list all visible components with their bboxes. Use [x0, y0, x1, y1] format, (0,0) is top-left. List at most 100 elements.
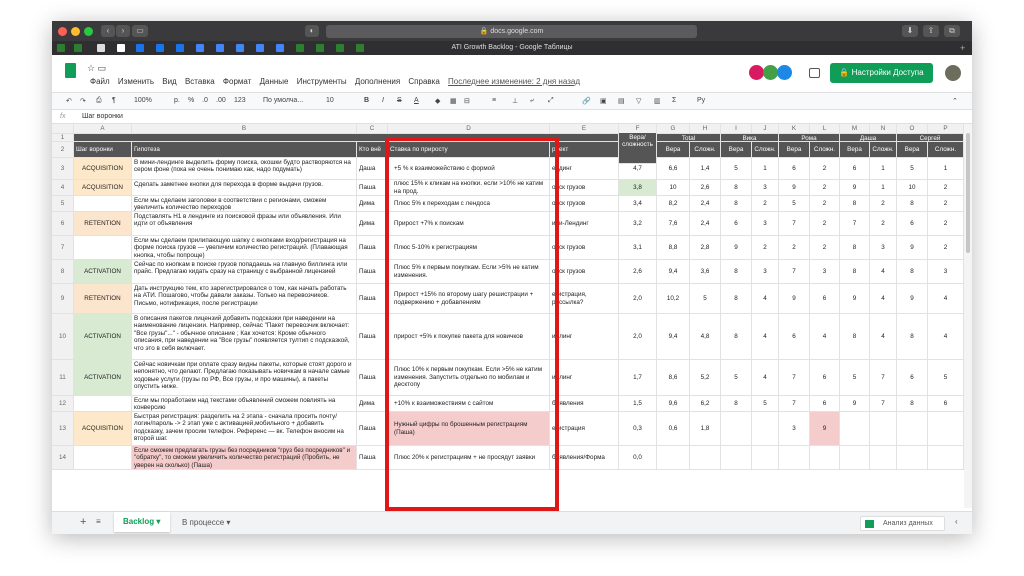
- cell-score[interactable]: 9: [840, 284, 870, 314]
- cell-score[interactable]: 2: [810, 236, 840, 260]
- header-sub[interactable]: Вера: [657, 142, 690, 158]
- cell-stage[interactable]: RETENTION: [74, 212, 132, 236]
- cell-score[interactable]: 6: [897, 360, 928, 396]
- cell-score[interactable]: 3: [752, 212, 779, 236]
- cell-project[interactable]: бъявления: [550, 396, 619, 412]
- zoom-window-button[interactable]: [84, 27, 93, 36]
- cell-hypothesis[interactable]: В мини-лендинге выделить форму поиска, о…: [132, 158, 357, 180]
- sheets-logo[interactable]: [65, 63, 76, 78]
- comment-icon[interactable]: [809, 68, 820, 78]
- cell-faith-complexity[interactable]: 3,4: [619, 196, 657, 212]
- column-header-l[interactable]: L: [810, 124, 840, 134]
- row-number[interactable]: 11: [52, 360, 74, 396]
- cell-score[interactable]: 9: [840, 396, 870, 412]
- cell-score[interactable]: 7: [779, 360, 810, 396]
- cell-score[interactable]: 3: [928, 260, 964, 284]
- back-icon[interactable]: ‹: [101, 25, 115, 37]
- cell-score[interactable]: 7: [870, 360, 897, 396]
- cell-score[interactable]: 3,6: [690, 260, 721, 284]
- cell-project[interactable]: бъявления/Форма: [550, 446, 619, 470]
- header-sub[interactable]: Вера: [897, 142, 928, 158]
- cell-score[interactable]: [690, 446, 721, 470]
- cell-score[interactable]: 2: [928, 236, 964, 260]
- cell-score[interactable]: 8: [721, 314, 752, 360]
- user-avatar[interactable]: [945, 65, 961, 81]
- cell-stage[interactable]: RETENTION: [74, 284, 132, 314]
- borders-icon[interactable]: ▦: [450, 97, 457, 105]
- cell-score[interactable]: 5: [752, 396, 779, 412]
- italic-button[interactable]: I: [382, 97, 384, 104]
- cell-score[interactable]: 7: [840, 212, 870, 236]
- cell-stage[interactable]: ACQUISITION: [74, 158, 132, 180]
- cell-score[interactable]: 1: [870, 158, 897, 180]
- cell-stage[interactable]: ACQUISITION: [74, 412, 132, 446]
- cell-score[interactable]: 6: [840, 158, 870, 180]
- font-size-select[interactable]: 10: [326, 97, 334, 104]
- cell-score[interactable]: 2: [928, 180, 964, 196]
- cell-project[interactable]: оиск грузов: [550, 196, 619, 212]
- menu-addons[interactable]: Дополнения: [355, 77, 400, 86]
- cell-score[interactable]: 2: [752, 196, 779, 212]
- cell-score[interactable]: 6,6: [657, 158, 690, 180]
- cell-who[interactable]: Паша: [357, 180, 388, 196]
- group-roma[interactable]: Рома: [779, 134, 840, 142]
- header-sub[interactable]: Вера: [779, 142, 810, 158]
- cell-stage[interactable]: ACTIVATION: [74, 360, 132, 396]
- cell-faith-complexity[interactable]: 0,0: [619, 446, 657, 470]
- cell-faith-complexity[interactable]: 2,0: [619, 314, 657, 360]
- cell-project[interactable]: оиск грузов: [550, 180, 619, 196]
- cell-score[interactable]: [840, 446, 870, 470]
- cell-who[interactable]: Паша: [357, 412, 388, 446]
- avatar[interactable]: [749, 65, 764, 80]
- share-icon[interactable]: ⇪: [923, 25, 939, 37]
- cell-score[interactable]: 4: [870, 314, 897, 360]
- column-header-b[interactable]: B: [132, 124, 357, 134]
- avatar[interactable]: [777, 65, 792, 80]
- cell-hypothesis[interactable]: Сейчас по кнопкам в поиске грузов попада…: [132, 260, 357, 284]
- cell-faith-complexity[interactable]: 3,2: [619, 212, 657, 236]
- cell-score[interactable]: 8,2: [657, 196, 690, 212]
- cell-faith-complexity[interactable]: 4,7: [619, 158, 657, 180]
- header-sub[interactable]: Сложн.: [870, 142, 897, 158]
- cell-who[interactable]: Дима: [357, 196, 388, 212]
- add-sheet-icon[interactable]: +: [80, 516, 86, 528]
- cell-score[interactable]: 4: [752, 284, 779, 314]
- cell-faith-complexity[interactable]: 3,1: [619, 236, 657, 260]
- cell-score[interactable]: 8: [721, 396, 752, 412]
- cell-score[interactable]: [721, 412, 752, 446]
- row-number[interactable]: 6: [52, 212, 74, 236]
- cell-score[interactable]: [897, 446, 928, 470]
- cell-score[interactable]: 9,6: [657, 396, 690, 412]
- column-header-e[interactable]: E: [550, 124, 619, 134]
- tabs-icon[interactable]: ⧉: [944, 25, 960, 37]
- cell-faith-complexity[interactable]: 2,6: [619, 260, 657, 284]
- cell-who[interactable]: Паша: [357, 446, 388, 470]
- cell-stage[interactable]: ACQUISITION: [74, 180, 132, 196]
- group-total[interactable]: Total: [657, 134, 721, 142]
- cell-score[interactable]: 2: [810, 196, 840, 212]
- cell-score[interactable]: 6: [897, 212, 928, 236]
- cell-score[interactable]: [928, 412, 964, 446]
- cell-stage[interactable]: ACTIVATION: [74, 314, 132, 360]
- cell-score[interactable]: 6,2: [690, 396, 721, 412]
- cell-score[interactable]: 2: [810, 212, 840, 236]
- cell-score[interactable]: 0,6: [657, 412, 690, 446]
- column-header-m[interactable]: M: [840, 124, 870, 134]
- cell-score[interactable]: 8,6: [657, 360, 690, 396]
- cell-score[interactable]: 7: [779, 396, 810, 412]
- column-header-p[interactable]: P: [928, 124, 964, 134]
- cell-score[interactable]: 3: [870, 236, 897, 260]
- cell-who[interactable]: Паша: [357, 314, 388, 360]
- cell-score[interactable]: 5: [721, 158, 752, 180]
- sheet-list-icon[interactable]: ≡: [96, 517, 101, 526]
- cell-hypothesis[interactable]: Подставлять H1 в лендинге из поисковой ф…: [132, 212, 357, 236]
- cell-score[interactable]: 9: [779, 180, 810, 196]
- cell-hypothesis[interactable]: Если мы сделаем прилипающую шапку с кноп…: [132, 236, 357, 260]
- cell-score[interactable]: 3: [752, 260, 779, 284]
- cell-faith-complexity[interactable]: 1,5: [619, 396, 657, 412]
- cell-score[interactable]: 8: [897, 260, 928, 284]
- cell-stage[interactable]: [74, 446, 132, 470]
- star-icon[interactable]: ☆: [87, 63, 95, 73]
- cell-hypothesis[interactable]: Быстрая регистрация: разделить на 2 этап…: [132, 412, 357, 446]
- row-number[interactable]: 3: [52, 158, 74, 180]
